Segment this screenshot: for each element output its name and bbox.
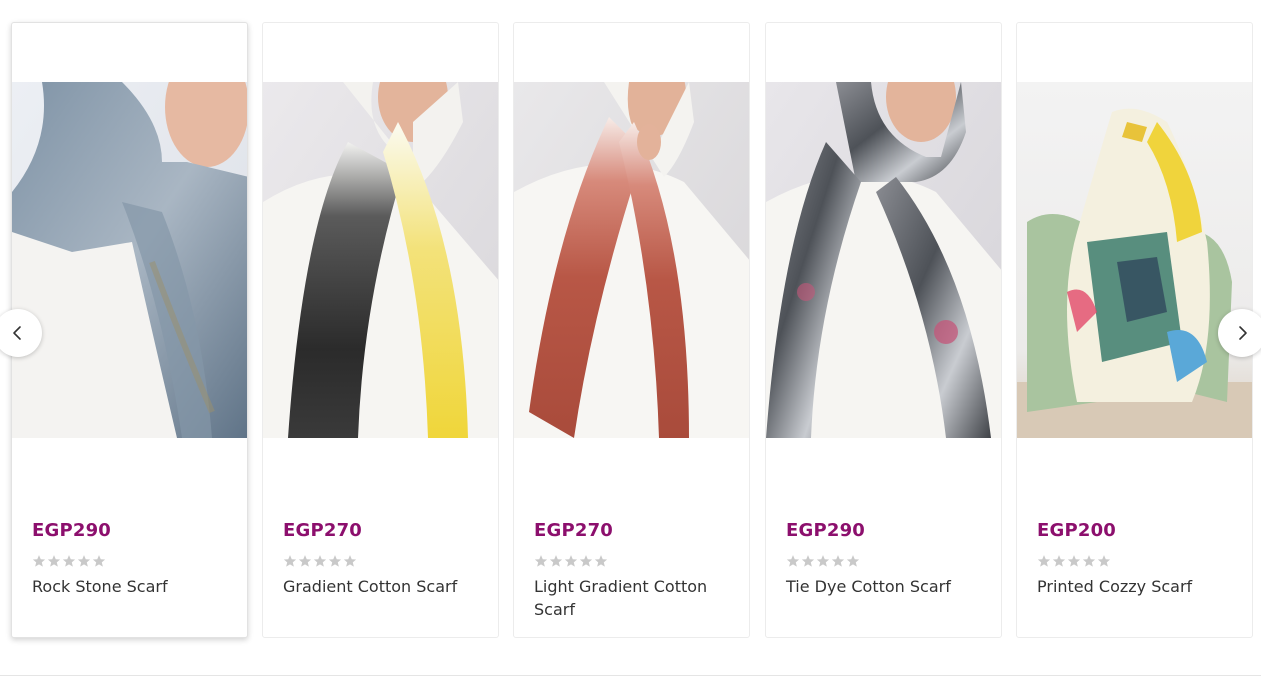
star-icon (579, 555, 593, 567)
chevron-left-icon (13, 326, 21, 340)
product-card[interactable]: EGP270 Light Gradient Cotton Scarf (513, 22, 750, 638)
product-price: EGP270 (534, 520, 614, 541)
star-icon (92, 555, 106, 567)
star-icon (564, 555, 578, 567)
star-icon (343, 555, 357, 567)
star-icon (313, 555, 327, 567)
product-price: EGP290 (32, 520, 112, 541)
star-icon (594, 555, 608, 567)
carousel-next-button[interactable] (1218, 309, 1261, 357)
product-card[interactable]: EGP290 Tie Dye Cotton Scarf (765, 22, 1002, 638)
star-icon (1067, 555, 1081, 567)
star-icon (1082, 555, 1096, 567)
product-price: EGP200 (1037, 520, 1117, 541)
product-image[interactable] (12, 82, 247, 438)
product-name-link[interactable]: Gradient Cotton Scarf (283, 575, 483, 598)
product-price: EGP290 (786, 520, 866, 541)
star-icon (77, 555, 91, 567)
star-icon (328, 555, 342, 567)
rating-stars (283, 554, 357, 568)
product-carousel: EGP290 Rock Stone Scarf EGP270 Gradient … (0, 0, 1261, 677)
rating-stars (1037, 554, 1111, 568)
star-icon (32, 555, 46, 567)
product-image[interactable] (263, 82, 498, 438)
chevron-right-icon (1239, 326, 1247, 340)
star-icon (801, 555, 815, 567)
product-card[interactable]: EGP290 Rock Stone Scarf (11, 22, 248, 638)
star-icon (1097, 555, 1111, 567)
rating-stars (32, 554, 106, 568)
star-icon (534, 555, 548, 567)
section-divider (0, 675, 1261, 676)
star-icon (786, 555, 800, 567)
star-icon (47, 555, 61, 567)
rating-stars (534, 554, 608, 568)
carousel-track: EGP290 Rock Stone Scarf EGP270 Gradient … (11, 22, 1255, 640)
product-card[interactable]: EGP270 Gradient Cotton Scarf (262, 22, 499, 638)
product-name-link[interactable]: Tie Dye Cotton Scarf (786, 575, 986, 598)
star-icon (62, 555, 76, 567)
product-image[interactable] (1017, 82, 1252, 438)
product-name-link[interactable]: Rock Stone Scarf (32, 575, 232, 598)
product-name-link[interactable]: Light Gradient Cotton Scarf (534, 575, 734, 621)
product-image[interactable] (514, 82, 749, 438)
star-icon (1037, 555, 1051, 567)
product-image[interactable] (766, 82, 1001, 438)
product-name-link[interactable]: Printed Cozzy Scarf (1037, 575, 1237, 598)
star-icon (1052, 555, 1066, 567)
star-icon (816, 555, 830, 567)
star-icon (846, 555, 860, 567)
star-icon (549, 555, 563, 567)
rating-stars (786, 554, 860, 568)
product-price: EGP270 (283, 520, 363, 541)
star-icon (298, 555, 312, 567)
star-icon (283, 555, 297, 567)
star-icon (831, 555, 845, 567)
